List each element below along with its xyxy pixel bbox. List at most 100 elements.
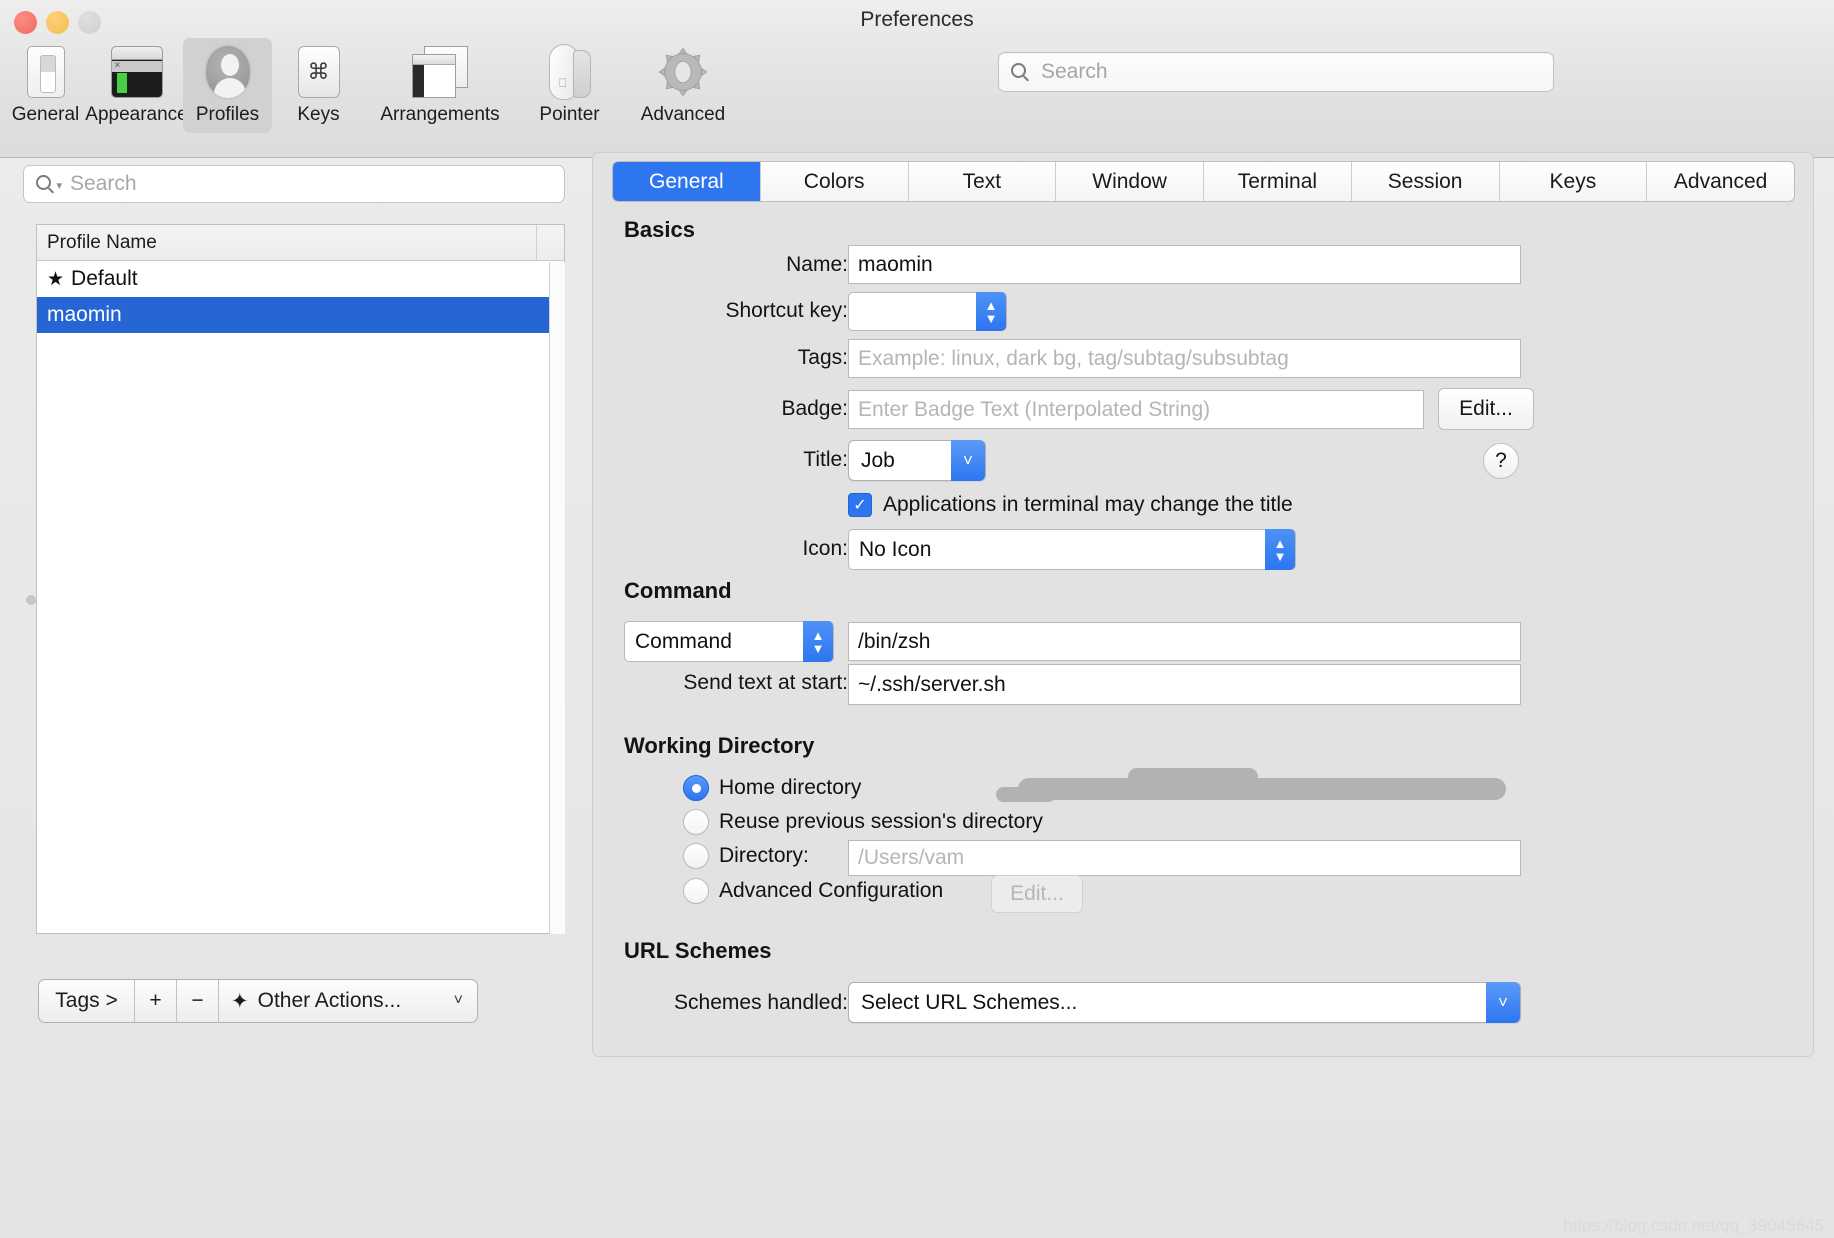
advanced-configuration-edit-button[interactable]: Edit... — [991, 875, 1083, 913]
label-send-text-at-start: Send text at start: — [683, 671, 848, 694]
stepper-arrows-icon[interactable]: ▲ ▼ — [803, 621, 833, 662]
tags-input[interactable]: Example: linux, dark bg, tag/subtag/subs… — [848, 339, 1521, 378]
section-heading-url-schemes: URL Schemes — [624, 938, 772, 963]
column-header-profile-name[interactable]: Profile Name — [37, 232, 536, 254]
toolbar-item-pointer[interactable]:  Pointer — [517, 38, 622, 126]
add-profile-button[interactable]: + — [135, 980, 177, 1022]
title-help-button[interactable]: ? — [1483, 443, 1519, 479]
name-input[interactable]: maomin — [848, 245, 1521, 284]
profiles-action-bar: Tags > + − ✦ Other Actions... ˅ — [38, 979, 478, 1023]
stepper-arrows-icon[interactable]: ▲ ▼ — [1265, 529, 1295, 570]
toolbar-item-advanced[interactable]: Advanced — [624, 38, 742, 126]
pointer-mouse-icon:  — [547, 42, 593, 102]
chevron-down-icon[interactable]: ˅ — [951, 440, 985, 481]
toolbar-label: Arrangements — [380, 104, 500, 125]
tab-colors[interactable]: Colors — [761, 162, 909, 201]
profiles-sidebar: ▾ Search Profile Name ★ Default maomin T… — [20, 165, 572, 1050]
toolbar-item-appearance[interactable]: × Appearance — [85, 38, 188, 126]
command-input[interactable]: /bin/zsh — [848, 622, 1521, 661]
other-actions-label: Other Actions... — [257, 989, 402, 1012]
radio-selected-icon[interactable] — [683, 775, 709, 801]
tab-terminal[interactable]: Terminal — [1204, 162, 1352, 201]
section-heading-command: Command — [624, 578, 732, 603]
tab-window[interactable]: Window — [1056, 162, 1204, 201]
appearance-terminal-icon: × — [110, 42, 163, 102]
label-badge: Badge: — [781, 397, 848, 420]
section-heading-working-directory: Working Directory — [624, 733, 815, 758]
profile-name: Default — [71, 267, 138, 290]
radio-unselected-icon[interactable] — [683, 843, 709, 869]
label-title: Title: — [803, 448, 848, 471]
profile-name: maomin — [47, 303, 122, 326]
chevron-down-icon: ▾ — [56, 180, 62, 192]
chevron-down-icon: ˅ — [453, 992, 463, 1009]
default-profile-star-icon: ★ — [47, 268, 65, 290]
toolbar-item-general[interactable]: General — [1, 38, 90, 126]
profile-search-input[interactable]: ▾ Search — [23, 165, 565, 203]
table-vertical-scrollbar[interactable] — [549, 262, 565, 934]
tags-button[interactable]: Tags > — [39, 980, 135, 1022]
toolbar-search-field[interactable]: Search — [998, 52, 1554, 92]
radio-label: Home directory — [719, 776, 862, 799]
radio-advanced-configuration[interactable]: Advanced Configuration — [683, 878, 943, 904]
chevron-down-icon[interactable]: ˅ — [1486, 982, 1520, 1023]
table-header: Profile Name — [37, 225, 564, 261]
toolbar-item-profiles[interactable]: Profiles — [183, 38, 272, 133]
pane-resize-handle[interactable] — [26, 595, 36, 605]
general-switch-icon — [26, 42, 65, 102]
keys-command-key-icon: ⌘ — [297, 42, 340, 102]
send-text-at-start-input[interactable]: ~/.ssh/server.sh — [848, 664, 1521, 705]
tab-text[interactable]: Text — [909, 162, 1057, 201]
icon-dropdown[interactable]: No Icon ▲ ▼ — [848, 529, 1296, 570]
profile-search-placeholder: Search — [70, 172, 137, 195]
gear-icon: ✦ — [231, 989, 249, 1013]
column-resize-handle[interactable] — [536, 225, 564, 260]
arrangements-windows-icon — [412, 42, 468, 102]
toolbar-label: Appearance — [85, 104, 188, 125]
radio-label: Reuse previous session's directory — [719, 810, 1043, 833]
radio-unselected-icon[interactable] — [683, 878, 709, 904]
remove-profile-button[interactable]: − — [177, 980, 219, 1022]
table-row[interactable]: ★ Default — [37, 261, 564, 297]
toolbar-search-placeholder: Search — [1041, 60, 1108, 83]
search-icon: ▾ — [36, 174, 62, 194]
label-schemes-handled: Schemes handled: — [674, 991, 848, 1014]
title-bar: Preferences General × Appearance Profile… — [0, 0, 1834, 158]
command-mode-value: Command — [635, 629, 732, 653]
title-dropdown[interactable]: Job ˅ — [848, 440, 986, 481]
toolbar-label: Keys — [297, 104, 340, 125]
checkbox-checked-icon[interactable]: ✓ — [848, 493, 872, 517]
tab-keys[interactable]: Keys — [1500, 162, 1648, 201]
shortcut-key-stepper[interactable]: ▲ ▼ — [848, 292, 1007, 331]
toolbar-label: Advanced — [640, 104, 726, 125]
stepper-arrows-icon[interactable]: ▲ ▼ — [976, 292, 1006, 331]
tab-session[interactable]: Session — [1352, 162, 1500, 201]
settings-tab-bar: General Colors Text Window Terminal Sess… — [612, 161, 1795, 202]
toolbar-label: General — [11, 104, 80, 125]
tab-general[interactable]: General — [613, 162, 761, 201]
toolbar-label: Profiles — [195, 104, 260, 125]
search-icon — [1011, 62, 1031, 82]
radio-reuse-previous-session-directory[interactable]: Reuse previous session's directory — [683, 809, 1043, 835]
badge-edit-button[interactable]: Edit... — [1438, 388, 1534, 430]
other-actions-button[interactable]: ✦ Other Actions... ˅ — [219, 980, 477, 1022]
label-icon: Icon: — [802, 537, 848, 560]
table-row[interactable]: maomin — [37, 297, 564, 333]
command-mode-dropdown[interactable]: Command ▲ ▼ — [624, 621, 834, 662]
toolbar-item-keys[interactable]: ⌘ Keys — [274, 38, 363, 126]
radio-directory[interactable]: Directory: — [683, 843, 809, 869]
radio-home-directory[interactable]: Home directory — [683, 775, 861, 801]
radio-unselected-icon[interactable] — [683, 809, 709, 835]
checkbox-label: Applications in terminal may change the … — [883, 493, 1293, 516]
tab-advanced[interactable]: Advanced — [1647, 162, 1794, 201]
applications-change-title-checkbox-row[interactable]: ✓ Applications in terminal may change th… — [848, 493, 1293, 517]
radio-label: Advanced Configuration — [719, 879, 944, 902]
window-title: Preferences — [860, 8, 974, 31]
watermark: https://blog.csdn.net/qq_39045645 — [1563, 1216, 1824, 1235]
badge-input[interactable]: Enter Badge Text (Interpolated String) — [848, 390, 1424, 429]
directory-input[interactable]: /Users/vam — [848, 840, 1521, 876]
url-schemes-dropdown[interactable]: Select URL Schemes... ˅ — [848, 982, 1521, 1023]
profiles-person-icon — [203, 42, 252, 102]
toolbar-item-arrangements[interactable]: Arrangements — [365, 38, 515, 126]
section-heading-basics: Basics — [624, 217, 695, 242]
